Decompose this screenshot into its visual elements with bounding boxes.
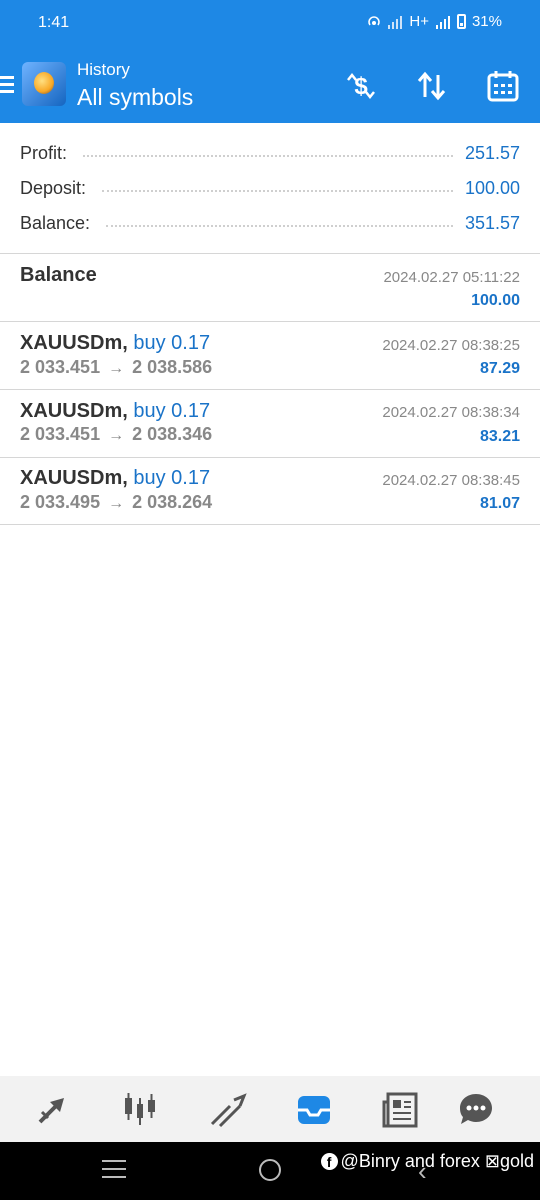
system-navigation-bar: ‹ f @Binry and forex ⊠gold <box>0 1142 540 1200</box>
symbol-selector[interactable]: All symbols <box>77 84 193 111</box>
hotspot-icon <box>368 15 381 25</box>
deal-close-price: 2 038.586 <box>132 357 213 377</box>
summary-profit: Profit: 251.57 <box>20 138 520 168</box>
divider <box>0 457 540 458</box>
dot-leader <box>102 190 453 192</box>
trade-icon[interactable] <box>206 1088 250 1132</box>
status-time: 1:41 <box>38 14 70 31</box>
deal-date: 2024.02.27 08:38:34 <box>382 404 520 421</box>
dot-leader <box>106 225 453 227</box>
deal-type: buy 0.17 <box>133 332 211 354</box>
chat-icon[interactable] <box>454 1088 498 1132</box>
bottom-navigation <box>0 1076 540 1142</box>
deal-profit: 81.07 <box>479 495 520 512</box>
deal-header: XAUUSDm, buy 0.17 <box>20 400 210 423</box>
summary-value: 351.57 <box>464 212 520 233</box>
calendar-icon[interactable] <box>483 66 523 106</box>
app-logo <box>22 62 66 106</box>
divider <box>0 389 540 390</box>
deal-profit: 87.29 <box>479 360 520 377</box>
quotes-icon[interactable] <box>32 1088 76 1132</box>
facebook-icon: f <box>320 1153 338 1170</box>
deal-open-price: 2 033.495 <box>20 492 101 512</box>
deal-symbol: XAUUSDm, <box>20 467 128 489</box>
divider <box>0 524 540 525</box>
signal-strength-icon <box>435 15 450 29</box>
summary-deposit: Deposit: 100.00 <box>20 173 520 203</box>
currency-exchange-icon[interactable]: $ <box>341 66 381 106</box>
arrow-icon: → <box>108 495 125 512</box>
summary-balance: Balance: 351.57 <box>20 208 520 238</box>
deal-profit: 83.21 <box>479 428 520 445</box>
deal-prices: 2 033.495 → 2 038.264 <box>20 492 212 513</box>
signal-icon <box>388 15 403 29</box>
deal-date: 2024.02.27 08:38:45 <box>382 472 520 489</box>
app-toolbar: History All symbols $ <box>0 48 540 123</box>
network-type: H+ <box>409 13 429 30</box>
deal-type: buy 0.17 <box>133 400 211 422</box>
svg-text:$: $ <box>354 73 368 100</box>
balance-date: 2024.02.27 05:11:22 <box>383 269 520 286</box>
status-bar: 1:41 H+ 31% <box>0 0 540 48</box>
arrow-icon: → <box>108 427 125 444</box>
deal-open-price: 2 033.451 <box>20 424 101 444</box>
deal-close-price: 2 038.264 <box>132 492 213 512</box>
deal-date: 2024.02.27 08:38:25 <box>382 337 520 354</box>
dot-leader <box>83 155 453 157</box>
divider <box>0 253 540 254</box>
summary-value: 100.00 <box>464 177 520 198</box>
battery-icon <box>456 14 466 29</box>
deal-header: XAUUSDm, buy 0.17 <box>20 467 210 490</box>
balance-amount: 100.00 <box>471 292 520 309</box>
summary-label: Deposit: <box>20 177 87 198</box>
toolbar-subtitle: History <box>77 60 130 79</box>
deal-prices: 2 033.451 → 2 038.586 <box>20 357 212 378</box>
deal-open-price: 2 033.451 <box>20 357 101 377</box>
recent-apps-button[interactable] <box>102 1160 126 1184</box>
battery-level: 31% <box>471 13 502 30</box>
sort-icon[interactable] <box>412 66 452 106</box>
home-button[interactable] <box>259 1159 281 1181</box>
deal-symbol: XAUUSDm, <box>20 332 128 354</box>
deal-close-price: 2 038.346 <box>132 424 213 444</box>
summary-label: Balance: <box>20 212 91 233</box>
history-icon[interactable] <box>292 1088 336 1132</box>
chart-icon[interactable] <box>118 1088 162 1132</box>
deal-symbol: XAUUSDm, <box>20 400 128 422</box>
divider <box>0 321 540 322</box>
status-indicators: H+ 31% <box>367 13 502 30</box>
watermark-text: @Binry and forex ⊠gold <box>340 1151 534 1171</box>
deal-type: buy 0.17 <box>133 467 211 489</box>
menu-icon[interactable] <box>0 76 14 94</box>
deal-header: XAUUSDm, buy 0.17 <box>20 332 210 355</box>
news-icon[interactable] <box>378 1088 422 1132</box>
summary-label: Profit: <box>20 142 68 163</box>
summary-value: 251.57 <box>464 142 520 163</box>
deal-prices: 2 033.451 → 2 038.346 <box>20 424 212 445</box>
balance-title: Balance <box>20 264 97 286</box>
watermark: f @Binry and forex ⊠gold <box>320 1151 534 1172</box>
arrow-icon: → <box>108 360 125 377</box>
